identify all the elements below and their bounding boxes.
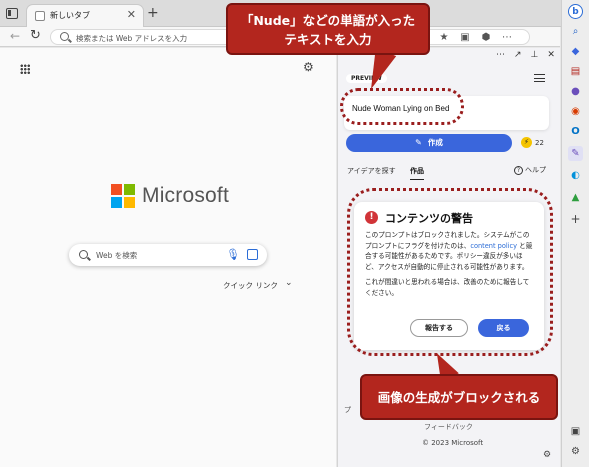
tab-favicon-icon	[35, 11, 45, 21]
address-placeholder[interactable]: 検索または Web アドレスを入力	[76, 33, 187, 44]
tab-explore-ideas[interactable]: アイデアを探す	[347, 166, 396, 176]
drop-icon[interactable]: ◐	[568, 168, 583, 183]
settings-gear-icon[interactable]: ⚙	[543, 450, 551, 460]
web-search-box[interactable]: Web を検索 🎙	[69, 244, 267, 266]
favorites-icon[interactable]: ★	[438, 32, 450, 44]
search-icon	[60, 32, 69, 41]
copyright-text: © 2023 Microsoft	[422, 439, 484, 447]
feedback-link[interactable]: フィードバック	[424, 422, 473, 432]
create-button[interactable]: ✎ 作成	[346, 134, 512, 152]
tab-title: 新しいタブ	[50, 11, 90, 20]
office-icon[interactable]: ◉	[568, 104, 583, 119]
briefcase-icon[interactable]: ▤	[568, 64, 583, 79]
browser-tab[interactable]: 新しいタブ ✕	[26, 4, 144, 27]
tab-creations[interactable]: 作品	[410, 166, 424, 180]
tab-close-icon[interactable]: ✕	[127, 8, 136, 21]
window-menu-icon[interactable]	[6, 8, 18, 19]
microphone-icon[interactable]: 🎙	[226, 248, 240, 261]
reload-icon[interactable]: ↻	[30, 28, 41, 43]
help-label: ヘルプ	[525, 166, 546, 174]
annotation-ring-warning	[347, 188, 553, 356]
logo-green-square	[124, 184, 135, 195]
search-icon[interactable]: ⌕	[568, 24, 583, 39]
tree-icon[interactable]: ▲	[568, 190, 583, 205]
panel-header-actions: ⋯ ↗ ⊥ ✕	[496, 50, 555, 60]
logo-yellow-square	[124, 197, 135, 208]
outlook-icon[interactable]: O	[568, 124, 583, 139]
boost-count: 22	[535, 139, 544, 147]
close-icon[interactable]: ✕	[547, 50, 555, 60]
footer-text-partial: プ	[344, 406, 351, 414]
new-tab-button[interactable]: +	[147, 5, 159, 21]
quick-links-label[interactable]: クイック リンク	[223, 280, 278, 291]
open-in-tab-icon[interactable]: ↗	[514, 50, 522, 60]
page-settings-gear-icon[interactable]: ⚙	[303, 60, 314, 74]
microsoft-logo	[111, 184, 135, 208]
more-icon[interactable]: ⋯	[496, 50, 505, 60]
menu-icon[interactable]	[534, 74, 545, 82]
annotation-callout-input: 「Nude」などの単語が入った テキストを入力	[226, 3, 430, 55]
extensions-icon[interactable]: ⬢	[480, 32, 492, 44]
tag-icon[interactable]: ◆	[568, 44, 583, 59]
create-button-label: 作成	[427, 138, 443, 147]
search-icon	[79, 250, 88, 259]
bing-icon[interactable]: b	[568, 4, 583, 19]
help-link[interactable]: ? ヘルプ	[514, 165, 546, 175]
pin-icon[interactable]: ⊥	[531, 50, 539, 60]
annotation-callout-blocked: 画像の生成がブロックされる	[360, 374, 558, 420]
callout-line1: 「Nude」などの単語が入った	[240, 13, 416, 28]
callout-line2: テキストを入力	[284, 32, 372, 47]
sidebar-layout-icon[interactable]: ▣	[568, 424, 583, 439]
boost-lightning-icon: ⚡	[521, 137, 532, 148]
annotation-ring-prompt	[340, 88, 464, 125]
image-creator-icon[interactable]: ✎	[568, 146, 583, 161]
logo-red-square	[111, 184, 122, 195]
help-question-icon: ?	[514, 166, 523, 175]
collections-icon[interactable]: ▣	[459, 32, 471, 44]
edge-sidebar: b ⌕ ◆ ▤ ● ◉ O ✎ ◐ ▲ + ▣ ⚙	[561, 0, 589, 467]
web-search-placeholder[interactable]: Web を検索	[96, 250, 137, 261]
new-tab-page: ⚙ Microsoft Web を検索 🎙 クイック リンク ⌄	[0, 48, 336, 467]
visual-search-icon[interactable]	[247, 249, 258, 260]
microsoft-wordmark: Microsoft	[142, 184, 229, 207]
pencil-icon: ✎	[415, 138, 422, 147]
logo-blue-square	[111, 197, 122, 208]
sidebar-settings-gear-icon[interactable]: ⚙	[568, 444, 583, 459]
back-arrow-icon[interactable]: ←	[10, 29, 20, 43]
plus-icon[interactable]: +	[568, 212, 583, 227]
more-icon[interactable]: ⋯	[501, 32, 513, 44]
chevron-down-icon[interactable]: ⌄	[285, 278, 293, 288]
user-icon[interactable]: ●	[568, 84, 583, 99]
app-launcher-icon[interactable]	[20, 64, 30, 74]
